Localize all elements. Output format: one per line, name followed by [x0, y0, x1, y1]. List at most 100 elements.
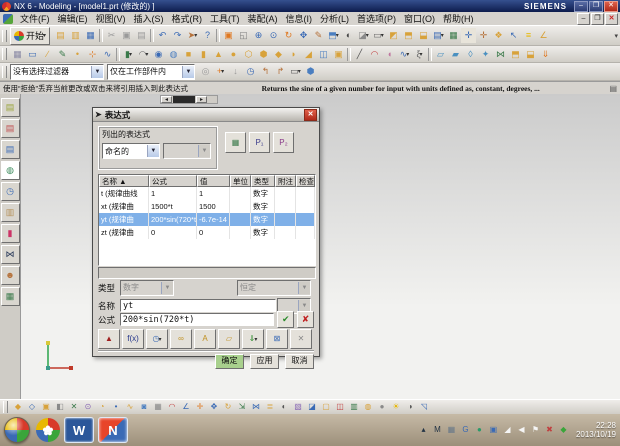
layout-icon-caret[interactable]: ▾: [381, 32, 384, 39]
ok-button[interactable]: 确定: [215, 354, 244, 369]
dialog-close-icon[interactable]: ✕: [304, 109, 317, 121]
information-window-icon[interactable]: ▤▾: [431, 28, 446, 43]
system-materials-icon[interactable]: ▥: [1, 203, 20, 222]
taskbar-clock[interactable]: 22:28 2013/10/19: [576, 421, 616, 439]
conic-icon[interactable]: ◖: [382, 47, 397, 62]
menu-analysis[interactable]: 分析(L): [316, 11, 353, 26]
app-menu-icon[interactable]: [3, 14, 13, 24]
datum-axis-icon[interactable]: ∕: [40, 47, 55, 62]
mdi-minimize-button[interactable]: –: [577, 13, 590, 25]
tray-app4-icon[interactable]: ▣: [487, 424, 500, 437]
through-curves-icon[interactable]: ▰: [448, 47, 463, 62]
arc-center-snap-icon[interactable]: ⊙: [81, 401, 95, 414]
close-button[interactable]: ✕: [604, 1, 618, 12]
grid-snap-icon[interactable]: ▦: [151, 401, 165, 414]
information-window-icon-caret[interactable]: ▾: [441, 32, 444, 39]
rotate-view-icon[interactable]: ↻: [281, 28, 296, 43]
expression-row-xt[interactable]: xt (规律曲1500*t1500数字: [99, 200, 315, 213]
history-icon[interactable]: ◷: [1, 182, 20, 201]
column-header-4[interactable]: 单位: [230, 175, 251, 187]
sphere-icon[interactable]: ●: [226, 47, 241, 62]
touch-mode-icon-caret[interactable]: ▾: [194, 32, 197, 39]
swept-icon[interactable]: ◊: [463, 47, 478, 62]
view-iso-icon[interactable]: ⬓: [416, 28, 431, 43]
datum-plane-icon[interactable]: ▭: [25, 47, 40, 62]
menu-insert[interactable]: 插入(S): [130, 11, 168, 26]
save-icon[interactable]: ▦: [83, 28, 98, 43]
reject-edit-button[interactable]: ✘: [297, 311, 314, 328]
tray-app1-icon[interactable]: ▦: [445, 424, 458, 437]
edge-blend-icon[interactable]: ◗: [286, 47, 301, 62]
edit-object-display-icon[interactable]: ▧: [291, 401, 305, 414]
cancel-button[interactable]: 取消: [285, 354, 314, 369]
measure-angle-icon[interactable]: ∠: [536, 28, 551, 43]
assembly-navigator-icon[interactable]: ▤: [1, 98, 20, 117]
tray-alert-icon[interactable]: ✖: [543, 424, 556, 437]
rotate-object-icon[interactable]: ↻: [221, 401, 235, 414]
view-front-icon[interactable]: ◩: [386, 28, 401, 43]
new-file-icon[interactable]: ▤: [53, 28, 68, 43]
column-header-3[interactable]: 值: [197, 175, 230, 187]
tangent-snap-icon[interactable]: ◠: [165, 401, 179, 414]
end-point-snap-icon[interactable]: ◇: [25, 401, 39, 414]
touch-mode-icon[interactable]: ➤▾: [185, 28, 200, 43]
intersect-icon[interactable]: ◆: [271, 47, 286, 62]
datum-display-icon[interactable]: ✛: [476, 28, 491, 43]
shaded-view-icon[interactable]: ⬒▾: [326, 28, 341, 43]
hidden-edge-icon-caret[interactable]: ▾: [366, 32, 369, 39]
orient-view-icon[interactable]: ❖: [491, 28, 506, 43]
move-object-icon[interactable]: ✥: [207, 401, 221, 414]
subtract-icon[interactable]: ⬢: [256, 47, 271, 62]
roles-icon[interactable]: ☻: [1, 266, 20, 285]
select-arrow-icon[interactable]: ↖: [506, 28, 521, 43]
snap-options-icon[interactable]: ◎: [198, 64, 213, 79]
point-on-face-snap-icon[interactable]: ◙: [137, 401, 151, 414]
attribute-reference-icon[interactable]: A: [194, 329, 216, 349]
cut-icon[interactable]: ✂: [104, 28, 119, 43]
extrude-icon-caret[interactable]: ▾: [129, 51, 132, 58]
constraint-navigator-icon[interactable]: ▤: [1, 119, 20, 138]
menu-assemblies[interactable]: 装配(A): [244, 11, 282, 26]
interpart-lock-icon[interactable]: ∞: [170, 329, 192, 349]
hole-icon[interactable]: ◉: [151, 47, 166, 62]
revolve-icon-caret[interactable]: ▾: [145, 51, 148, 58]
n-sided-surface-icon[interactable]: ✦: [478, 47, 493, 62]
material-icon[interactable]: ●: [375, 401, 389, 414]
appearance-icon[interactable]: ◍: [361, 401, 375, 414]
scale-icon[interactable]: ⇲: [235, 401, 249, 414]
taskbar-app-writer[interactable]: W: [64, 417, 94, 443]
selection-filter-dropdown[interactable]: 没有选择过滤器 ▼: [10, 64, 104, 80]
free-form-icon[interactable]: ⇓: [538, 47, 553, 62]
open-icon[interactable]: ▥: [68, 28, 83, 43]
mdi-close-button[interactable]: ✕: [605, 13, 618, 25]
pan-view-icon[interactable]: ✥: [296, 28, 311, 43]
undo-icon[interactable]: ↶: [155, 28, 170, 43]
brush-icon[interactable]: ✎: [311, 28, 326, 43]
menu-view[interactable]: 视图(V): [92, 11, 130, 26]
menu-file[interactable]: 文件(F): [16, 11, 54, 26]
mirror-icon[interactable]: ⋈: [249, 401, 263, 414]
mid-point-snap-icon[interactable]: ▣: [39, 401, 53, 414]
interpart-p2-button[interactable]: P₂: [273, 132, 294, 153]
fit-view-icon[interactable]: ▣: [221, 28, 236, 43]
import-expressions-icon[interactable]: ⇓▾: [242, 329, 264, 349]
menu-information[interactable]: 信息(I): [282, 11, 317, 26]
tray-flag-icon[interactable]: ⚑: [529, 424, 542, 437]
cylinder-icon[interactable]: ▮: [196, 47, 211, 62]
ruled-surface-icon[interactable]: ▱: [433, 47, 448, 62]
scroll-left-arrow[interactable]: ◂: [161, 96, 172, 103]
scroll-thumb[interactable]: [173, 96, 195, 103]
named-views-icon[interactable]: ▢: [319, 401, 333, 414]
column-header-7[interactable]: 检查: [296, 175, 315, 187]
trim-body-icon[interactable]: ◫: [316, 47, 331, 62]
scroll-right-arrow[interactable]: ▸: [196, 96, 207, 103]
helix-icon[interactable]: ξ▾: [412, 47, 427, 62]
render-style-icon[interactable]: ◐: [341, 28, 356, 43]
export-expressions-icon[interactable]: ⊠: [266, 329, 288, 349]
column-header-5[interactable]: 类型: [251, 175, 275, 187]
zoom-icon[interactable]: ⊕: [251, 28, 266, 43]
expression-row-zt[interactable]: zt (规律曲00数字: [99, 226, 315, 239]
point-icon[interactable]: •: [70, 47, 85, 62]
tray-ime-icon[interactable]: M: [431, 424, 444, 437]
hidden-edge-icon[interactable]: ◪▾: [356, 28, 371, 43]
